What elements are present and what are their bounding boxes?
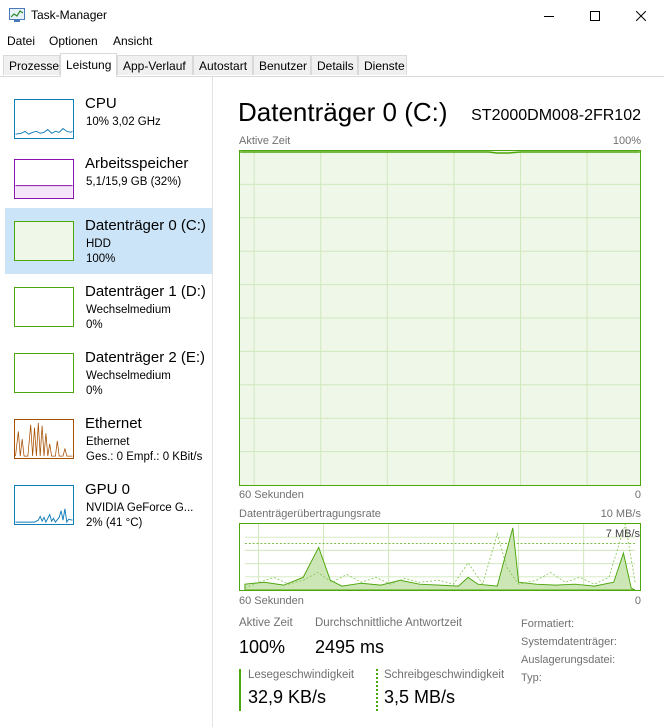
disk-0-thumbnail-graph <box>14 221 74 261</box>
transfer-rate-graph <box>239 523 641 591</box>
sidebar-item-value: 2% (41 °C) <box>86 517 143 529</box>
sidebar-item-disk-1[interactable]: Datenträger 1 (D:) Wechselmedium 0% <box>5 274 212 340</box>
sidebar-item-title: Ethernet <box>85 415 142 432</box>
sidebar-item-sub: Wechselmedium <box>86 304 171 316</box>
tab-services[interactable]: Dienste <box>358 55 407 75</box>
active-time-label: Aktive Zeit <box>239 617 293 629</box>
sidebar-item-sub: 5,1/15,9 GB (32%) <box>86 176 182 188</box>
write-speed-indicator <box>376 669 378 711</box>
memory-thumbnail-graph <box>14 159 74 199</box>
graph-2-time-label: 60 Sekunden <box>239 595 304 607</box>
sidebar-item-title: Arbeitsspeicher <box>85 155 189 172</box>
sidebar-item-ethernet[interactable]: Ethernet Ethernet Ges.: 0 Empf.: 0 KBit/… <box>5 406 212 472</box>
page-title: Datenträger 0 (C:) <box>238 97 448 127</box>
minimize-icon <box>544 15 554 17</box>
graph-2-label: Datenträgerübertragungsrate <box>239 508 381 520</box>
sidebar-item-title: GPU 0 <box>85 481 131 498</box>
close-icon <box>636 10 646 21</box>
write-speed-label: Schreibgeschwindigkeit <box>384 669 505 681</box>
minimize-button[interactable] <box>526 0 572 31</box>
sidebar-item-gpu[interactable]: GPU 0 NVIDIA GeForce G... 2% (41 °C) <box>5 472 212 538</box>
sidebar-item-sub: 10% 3,02 GHz <box>86 116 161 128</box>
menu-file[interactable]: Datei <box>7 34 35 48</box>
avg-response-value: 2495 ms <box>315 637 385 657</box>
detail-formatted: Formatiert: <box>521 618 575 630</box>
sidebar-item-sub: HDD <box>86 238 111 250</box>
maximize-button[interactable] <box>572 0 618 31</box>
avg-response-label: Durchschnittliche Antwortzeit <box>315 617 463 629</box>
sidebar-item-title: Datenträger 1 (D:) <box>85 283 206 300</box>
tab-processes[interactable]: Prozesse <box>3 55 60 75</box>
graph-1-time-label: 60 Sekunden <box>239 489 304 501</box>
graph-2-min-label: 0 <box>634 595 641 607</box>
sidebar-item-cpu[interactable]: CPU 10% 3,02 GHz <box>5 86 212 152</box>
close-button[interactable] <box>618 0 664 31</box>
active-time-value: 100% <box>239 637 286 657</box>
detail-page-file: Auslagerungsdatei: <box>521 654 616 666</box>
graph-1-min-label: 0 <box>634 489 641 501</box>
sidebar-item-title: Datenträger 2 (E:) <box>85 349 206 366</box>
graph-2-marker-label: 7 MB/s <box>605 528 640 540</box>
write-speed-value: 3,5 MB/s <box>384 687 456 707</box>
sidebar-item-sub: Ethernet <box>86 436 130 448</box>
menu-bar: Datei Optionen Ansicht <box>0 31 664 53</box>
sidebar-item-disk-0[interactable]: Datenträger 0 (C:) HDD 100% <box>5 208 212 274</box>
sidebar-item-title: Datenträger 0 (C:) <box>85 217 206 234</box>
menu-options[interactable]: Optionen <box>49 34 98 48</box>
disk-model: ST2000DM008-2FR102 <box>471 107 641 124</box>
sidebar-item-value: 100% <box>86 253 116 265</box>
graph-1-label: Aktive Zeit <box>239 135 291 147</box>
sidebar-item-value: 0% <box>86 319 103 331</box>
tab-startup[interactable]: Autostart <box>193 55 253 75</box>
sidebar-item-memory[interactable]: Arbeitsspeicher 5,1/15,9 GB (32%) <box>5 146 212 212</box>
tab-app-history[interactable]: App-Verlauf <box>117 55 193 75</box>
sidebar-item-title: CPU <box>85 95 117 112</box>
graph-1-max-label: 100% <box>612 135 641 147</box>
tab-details[interactable]: Details <box>311 55 358 75</box>
gpu-thumbnail-graph <box>14 485 74 525</box>
task-manager-icon <box>9 8 25 22</box>
tab-performance[interactable]: Leistung <box>60 53 117 77</box>
maximize-icon <box>590 10 600 21</box>
title-bar: Task-Manager <box>0 0 664 31</box>
read-speed-value: 32,9 KB/s <box>248 687 327 707</box>
disk-1-thumbnail-graph <box>14 287 74 327</box>
sidebar-item-sub: Wechselmedium <box>86 370 171 382</box>
read-speed-indicator <box>239 669 241 711</box>
tab-bar: Prozesse Leistung App-Verlauf Autostart … <box>0 53 664 77</box>
detail-type: Typ: <box>521 672 542 684</box>
cpu-thumbnail-graph <box>14 99 74 139</box>
tab-users[interactable]: Benutzer <box>253 55 311 75</box>
window-title: Task-Manager <box>31 8 108 22</box>
ethernet-thumbnail-graph <box>14 419 74 459</box>
detail-system-disk: Systemdatenträger: <box>521 636 617 648</box>
sidebar-item-value: Ges.: 0 Empf.: 0 KBit/s <box>86 451 203 463</box>
disk-detail-panel: Datenträger 0 (C:) ST2000DM008-2FR102 Ak… <box>213 77 664 727</box>
graph-2-max-label: 10 MB/s <box>600 508 641 520</box>
sidebar-item-value: 0% <box>86 385 103 397</box>
sidebar-item-disk-2[interactable]: Datenträger 2 (E:) Wechselmedium 0% <box>5 340 212 406</box>
menu-view[interactable]: Ansicht <box>113 34 152 48</box>
active-time-graph <box>239 150 641 486</box>
disk-2-thumbnail-graph <box>14 353 74 393</box>
sidebar-item-sub: NVIDIA GeForce G... <box>86 502 194 514</box>
resource-sidebar: CPU 10% 3,02 GHz Arbeitsspeicher 5,1/15,… <box>0 77 213 727</box>
read-speed-label: Lesegeschwindigkeit <box>248 669 355 681</box>
